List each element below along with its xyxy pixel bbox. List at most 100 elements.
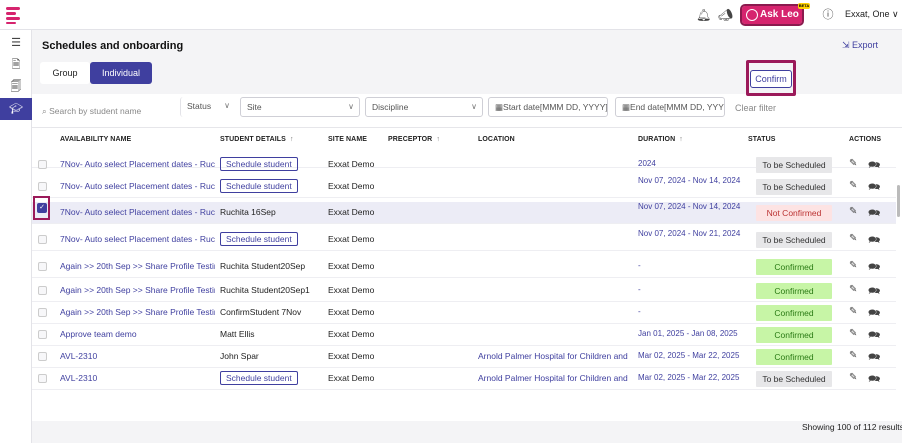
schedule-student-button[interactable]: Schedule student [220, 179, 298, 193]
tab-group[interactable]: Group [40, 62, 90, 84]
comment-icon[interactable]: 🗪 [868, 233, 880, 250]
sort-up-icon: ↑ [436, 136, 440, 143]
row-checkbox[interactable] [38, 352, 47, 361]
edit-icon[interactable]: ✎ [849, 372, 857, 383]
graduation-cap-icon[interactable]: 🎓︎ [0, 98, 32, 120]
edit-icon[interactable]: ✎ [849, 206, 857, 217]
comment-icon[interactable]: 🗪 [868, 372, 880, 389]
status-filter[interactable]: Status ∨ [180, 97, 235, 117]
status-badge: To be Scheduled [756, 232, 832, 248]
comment-icon[interactable]: 🗪 [868, 158, 880, 175]
comment-icon[interactable]: 🗪 [868, 306, 880, 323]
clear-filter-button[interactable]: Clear filter [735, 103, 776, 113]
row-checkbox[interactable] [38, 160, 47, 169]
export-icon: ⇲ [842, 40, 853, 50]
table-row[interactable]: Again >> 20th Sep >> Share Profile Testi… [32, 302, 896, 324]
availability-link[interactable]: Again >> 20th Sep >> Share Profile Testi… [60, 307, 215, 318]
calendar-icon: ▦ [495, 102, 504, 112]
chevron-down-icon: ∨ [471, 102, 477, 111]
availability-link[interactable]: Again >> 20th Sep >> Share Profile Testi… [60, 261, 215, 272]
table-row[interactable]: 7Nov- Auto select Placement dates - Ruch… [32, 202, 896, 224]
row-checkbox[interactable] [38, 374, 47, 383]
user-menu[interactable]: Exxat, One ∨ [845, 9, 899, 20]
header-preceptor[interactable]: PRECEPTOR ↑ [388, 136, 440, 143]
comment-icon[interactable]: 🗪 [868, 260, 880, 277]
list-document-icon[interactable]: 🗐 [0, 76, 32, 98]
row-checkbox-checked[interactable]: ✓ [37, 203, 47, 213]
availability-link[interactable]: AVL-2310 [60, 351, 215, 362]
row-checkbox[interactable] [38, 182, 47, 191]
table-row[interactable]: AVL-2310 Schedule student Exxat Demo Arnold… [32, 368, 896, 390]
comment-icon[interactable]: 🗪 [868, 206, 880, 223]
exxat-logo-icon[interactable] [6, 6, 22, 24]
row-checkbox[interactable] [38, 286, 47, 295]
ask-leo-button[interactable]: Ask Leo [740, 4, 804, 26]
edit-icon[interactable]: ✎ [849, 328, 857, 339]
availability-link[interactable]: Approve team demo [60, 329, 215, 340]
table-row[interactable]: Again >> 20th Sep >> Share Profile Testi… [32, 256, 896, 278]
comment-icon[interactable]: 🗪 [868, 180, 880, 197]
row-checkbox[interactable] [38, 308, 47, 317]
edit-icon[interactable]: ✎ [849, 306, 857, 317]
duration: Nov 07, 2024 - Nov 21, 2024 [638, 229, 741, 238]
availability-link[interactable]: Again >> 20th Sep >> Share Profile Testi… [60, 285, 215, 296]
header-site[interactable]: SITE NAME [328, 136, 367, 143]
discipline-filter[interactable]: Discipline ∨ [365, 97, 483, 117]
menu-icon[interactable]: ☰ [0, 32, 32, 54]
header-duration[interactable]: DURATION ↑ [638, 136, 683, 143]
table-row[interactable]: Approve team demo Matt Ellis Exxat Demo Jan… [32, 324, 896, 346]
location-link[interactable]: Arnold Palmer Hospital for Children and … [478, 351, 628, 362]
edit-icon[interactable]: ✎ [849, 233, 857, 244]
table-row[interactable]: 7Nov- Auto select Placement dates - Ruch… [32, 154, 896, 173]
row-checkbox[interactable] [38, 330, 47, 339]
tab-individual[interactable]: Individual [90, 62, 152, 84]
availability-link[interactable]: 7Nov- Auto select Placement dates - Ruch… [60, 207, 215, 218]
header-availability[interactable]: AVAILABILITY NAME [60, 136, 131, 143]
student-name: Matt Ellis [220, 329, 255, 339]
student-name: Ruchita Student20Sep [220, 261, 306, 271]
table-row[interactable]: Again >> 20th Sep >> Share Profile Testi… [32, 280, 896, 302]
document-icon[interactable]: 🗎 [0, 54, 32, 76]
header-student[interactable]: STUDENT DETAILS ↑ [220, 136, 294, 143]
sort-up-icon: ↑ [289, 136, 294, 143]
availability-link[interactable]: 7Nov- Auto select Placement dates - Ruch… [60, 159, 215, 170]
end-date-field[interactable]: ▦End date[MMM DD, YYYY] [615, 97, 725, 117]
edit-icon[interactable]: ✎ [849, 260, 857, 271]
availability-link[interactable]: 7Nov- Auto select Placement dates - Ruch… [60, 181, 215, 192]
megaphone-icon[interactable]: 📣︎ [718, 8, 733, 22]
site-name: Exxat Demo [328, 329, 375, 339]
edit-icon[interactable]: ✎ [849, 284, 857, 295]
comment-icon[interactable]: 🗪 [868, 350, 880, 367]
row-checkbox[interactable] [38, 235, 47, 244]
location-link[interactable]: Arnold Palmer Hospital for Children and … [478, 373, 628, 384]
student-name: ConfirmStudent 7Nov [220, 307, 302, 317]
site-name: Exxat Demo [328, 351, 375, 361]
site-filter[interactable]: Site ∨ [240, 97, 360, 117]
scrollbar[interactable] [897, 185, 900, 217]
student-name: Ruchita 16Sep [220, 207, 276, 217]
schedule-student-button[interactable]: Schedule student [220, 157, 298, 171]
start-date-field[interactable]: ▦Start date[MMM DD, YYYY] [488, 97, 608, 117]
availability-link[interactable]: AVL-2310 [60, 373, 215, 384]
table-row[interactable]: 7Nov- Auto select Placement dates - Ruch… [32, 176, 896, 198]
export-button[interactable]: ⇲ Export [842, 40, 878, 51]
status-badge: Confirmed [756, 259, 832, 275]
header-location[interactable]: LOCATION [478, 136, 515, 143]
table-row[interactable]: 7Nov- Auto select Placement dates - Ruch… [32, 229, 896, 251]
bell-icon[interactable]: 🔔︎ [696, 8, 711, 22]
table-row[interactable]: AVL-2310 John Spar Exxat Demo Arnold Palmer… [32, 346, 896, 368]
page-title: Schedules and onboarding [42, 40, 184, 52]
schedule-student-button[interactable]: Schedule student [220, 232, 298, 246]
schedule-student-button[interactable]: Schedule student [220, 371, 298, 385]
edit-icon[interactable]: ✎ [849, 350, 857, 361]
edit-icon[interactable]: ✎ [849, 158, 857, 169]
header-status[interactable]: STATUS [748, 136, 776, 143]
confirm-button[interactable]: Confirm [750, 70, 792, 88]
comment-icon[interactable]: 🗪 [868, 284, 880, 301]
availability-link[interactable]: 7Nov- Auto select Placement dates - Ruch… [60, 234, 215, 245]
comment-icon[interactable]: 🗪 [868, 328, 880, 345]
search-input[interactable]: ⌕ Search by student name [42, 106, 141, 117]
edit-icon[interactable]: ✎ [849, 180, 857, 191]
help-icon[interactable]: ⓘ [821, 8, 835, 22]
row-checkbox[interactable] [38, 262, 47, 271]
